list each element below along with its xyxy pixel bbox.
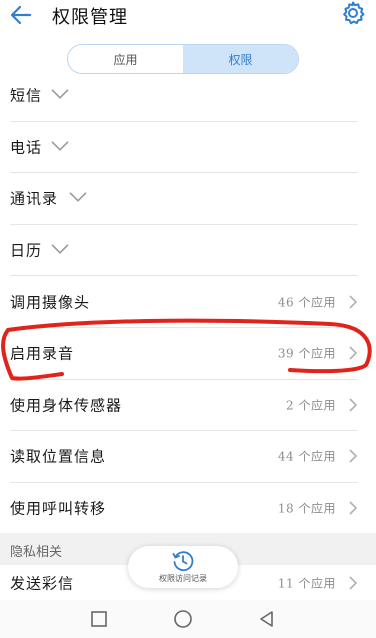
gear-icon[interactable] [340, 0, 366, 26]
chevron-down-icon [69, 192, 87, 203]
chevron-right-icon [349, 398, 358, 412]
permission-row-phone[interactable]: 电话 [10, 122, 358, 174]
permission-row-body-sensors[interactable]: 使用身体传感器 2 个应用 [10, 380, 358, 432]
app-count: 2 个应用 [286, 398, 336, 413]
row-label: 调用摄像头 [10, 293, 91, 312]
chevron-right-icon [349, 576, 358, 590]
chevron-down-icon [51, 244, 69, 255]
row-label: 电话 [10, 138, 43, 157]
system-navbar [0, 600, 376, 638]
home-circle-icon[interactable] [172, 608, 194, 630]
row-label: 使用身体传感器 [10, 396, 123, 415]
app-count: 44 个应用 [277, 449, 336, 464]
history-clock-icon [172, 551, 194, 572]
row-label: 使用呼叫转移 [10, 499, 107, 518]
tab-permissions[interactable]: 权限 [183, 45, 298, 73]
row-label: 通讯录 [10, 189, 59, 208]
permission-row-camera[interactable]: 调用摄像头 46 个应用 [10, 276, 358, 328]
app-count: 18 个应用 [277, 501, 336, 516]
recents-square-icon[interactable] [88, 608, 110, 630]
app-count: 11 个应用 [277, 576, 336, 591]
tab-apps[interactable]: 应用 [68, 45, 183, 73]
row-label: 发送彩信 [10, 574, 75, 593]
row-label: 日历 [10, 241, 43, 260]
chevron-right-icon [349, 449, 358, 464]
app-count: 46 个应用 [277, 295, 336, 310]
back-arrow-icon[interactable] [8, 2, 34, 28]
row-label: 短信 [10, 86, 43, 105]
chevron-down-icon [51, 89, 69, 100]
permission-row-microphone[interactable]: 启用录音 39 个应用 [10, 328, 358, 380]
chevron-right-icon [349, 295, 358, 309]
back-triangle-icon[interactable] [256, 608, 278, 630]
permission-row-calendar[interactable]: 日历 [10, 225, 358, 277]
chevron-right-icon [349, 501, 358, 515]
permission-list: 短信 电话 通讯录 日历 调用摄像头 46 个应用 启用录音 39 个应用 使用… [0, 70, 376, 535]
permission-row-call-forwarding[interactable]: 使用呼叫转移 18 个应用 [10, 483, 358, 535]
app-count: 39 个应用 [277, 346, 336, 361]
permission-row-sms[interactable]: 短信 [10, 70, 358, 122]
app-header: 权限管理 [0, 0, 376, 36]
chevron-down-icon [51, 141, 69, 151]
access-history-label: 权限访问记录 [159, 574, 207, 583]
permission-row-location[interactable]: 读取位置信息 44 个应用 [10, 431, 358, 483]
row-label: 启用录音 [10, 344, 75, 363]
page-title: 权限管理 [52, 7, 128, 28]
section-label: 隐私相关 [10, 545, 63, 560]
row-label: 读取位置信息 [10, 447, 107, 466]
chevron-right-icon [349, 346, 358, 360]
permission-row-contacts[interactable]: 通讯录 [10, 173, 358, 225]
access-history-button[interactable]: 权限访问记录 [128, 546, 238, 588]
